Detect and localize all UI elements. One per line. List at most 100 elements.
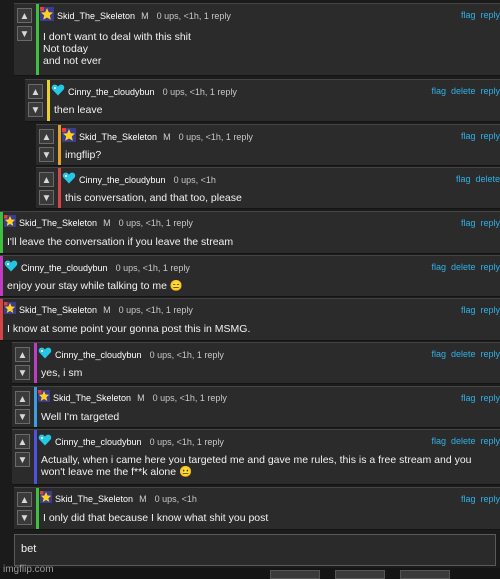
footer-button[interactable]	[400, 570, 450, 579]
footer-button[interactable]	[270, 570, 320, 579]
flag-link[interactable]: flag	[431, 349, 446, 359]
comment-text: this conversation, and that too, please	[65, 192, 242, 204]
star-avatar-icon[interactable]	[62, 128, 76, 147]
delete-link[interactable]: delete	[451, 262, 476, 272]
comment-meta: 0 ups, <1h, 1 reply	[149, 436, 224, 447]
flag-link[interactable]: flag	[461, 393, 476, 403]
downvote-arrow-icon[interactable]: ▼	[39, 190, 54, 205]
reply-link[interactable]: reply	[480, 305, 500, 315]
comment-meta: 0 ups, <1h, 1 reply	[162, 86, 237, 97]
star-avatar-icon[interactable]	[40, 491, 52, 508]
reply-link[interactable]: reply	[480, 218, 500, 228]
username-link[interactable]: Skid_The_Skeleton	[57, 11, 135, 21]
comment-header: Cinny_the_cloudybun 0 ups, <1h, 1 reply fl…	[51, 83, 500, 99]
comment-header: Cinny_the_cloudybun 0 ups, <1h, 1 reply fl…	[4, 259, 500, 275]
reply-link[interactable]: reply	[480, 349, 500, 359]
reply-link[interactable]: reply	[480, 262, 500, 272]
delete-link[interactable]: delete	[451, 436, 476, 446]
thread-depth-bar	[0, 299, 3, 340]
comment-actions: flag reply	[456, 215, 500, 231]
downvote-arrow-icon[interactable]: ▼	[28, 102, 43, 117]
flag-link[interactable]: flag	[461, 218, 476, 228]
delete-link[interactable]: delete	[451, 86, 476, 96]
comment-item: ▲ ▼ Skid_The_Skeleton M 0 ups, <1h flag reply I…	[14, 487, 500, 530]
heart-avatar-icon[interactable]	[38, 346, 52, 365]
delete-link[interactable]: delete	[451, 349, 476, 359]
comment-text: I don't want to deal with this shit Not …	[43, 31, 191, 67]
thread-depth-bar	[36, 4, 39, 75]
vote-controls: ▲ ▼	[17, 492, 32, 528]
delete-link[interactable]: delete	[475, 174, 500, 184]
reply-link[interactable]: reply	[480, 86, 500, 96]
upvote-arrow-icon[interactable]: ▲	[15, 347, 30, 362]
downvote-arrow-icon[interactable]: ▼	[15, 365, 30, 380]
flag-link[interactable]: flag	[461, 131, 476, 141]
thread-depth-bar	[34, 387, 37, 427]
reply-input[interactable]: bet	[14, 534, 496, 566]
flag-link[interactable]: flag	[461, 10, 476, 20]
upvote-arrow-icon[interactable]: ▲	[28, 84, 43, 99]
thread-depth-bar	[34, 430, 37, 484]
reply-link[interactable]: reply	[480, 494, 500, 504]
star-avatar-icon[interactable]	[40, 7, 54, 26]
username-link[interactable]: Skid_The_Skeleton	[53, 393, 131, 403]
username-link[interactable]: Cinny_the_cloudybun	[21, 263, 108, 273]
upvote-arrow-icon[interactable]: ▲	[15, 391, 30, 406]
flag-link[interactable]: flag	[431, 262, 446, 272]
thread-depth-bar	[58, 125, 61, 165]
comment-item: ▲ ▼ Skid_The_Skeleton M 0 ups, <1h, 1 reply f…	[12, 386, 500, 428]
comment-item: ▲ ▼ Cinny_the_cloudybun 0 ups, <1h, 1 reply…	[25, 79, 500, 122]
comment-text: then leave	[54, 104, 103, 116]
upvote-arrow-icon[interactable]: ▲	[39, 172, 54, 187]
flag-link[interactable]: flag	[461, 494, 476, 504]
comment-text: I'll leave the conversation if you leave…	[7, 236, 234, 248]
downvote-arrow-icon[interactable]: ▼	[15, 409, 30, 424]
username-link[interactable]: Cinny_the_cloudybun	[68, 87, 155, 97]
star-avatar-icon[interactable]	[4, 215, 16, 232]
footer-bar	[0, 568, 500, 579]
downvote-arrow-icon[interactable]: ▼	[15, 452, 30, 467]
flag-link[interactable]: flag	[461, 305, 476, 315]
comment-header: Skid_The_Skeleton M 0 ups, <1h, 1 reply fla…	[4, 302, 500, 318]
upvote-arrow-icon[interactable]: ▲	[39, 129, 54, 144]
comment-header: Skid_The_Skeleton M 0 ups, <1h, 1 reply fla…	[40, 7, 500, 23]
username-link[interactable]: Cinny_the_cloudybun	[79, 175, 166, 185]
star-avatar-icon[interactable]	[38, 390, 50, 407]
username-link[interactable]: Skid_The_Skeleton	[79, 132, 157, 142]
username-link[interactable]: Cinny_the_cloudybun	[55, 350, 142, 360]
thread-depth-bar	[0, 212, 3, 253]
reply-link[interactable]: reply	[480, 10, 500, 20]
reply-link[interactable]: reply	[480, 393, 500, 403]
upvote-arrow-icon[interactable]: ▲	[15, 434, 30, 449]
downvote-arrow-icon[interactable]: ▼	[39, 147, 54, 162]
heart-avatar-icon[interactable]	[38, 433, 52, 452]
comment-item: ▲ ▼ Skid_The_Skeleton M 0 ups, <1h, 1 reply f…	[14, 3, 500, 76]
star-avatar-icon[interactable]	[4, 302, 16, 319]
comment-item: ▲ ▼ Cinny_the_cloudybun 0 ups, <1h flag delet…	[36, 167, 500, 209]
username-link[interactable]: Cinny_the_cloudybun	[55, 437, 142, 447]
downvote-arrow-icon[interactable]: ▼	[17, 510, 32, 525]
heart-avatar-icon[interactable]	[62, 171, 76, 190]
heart-avatar-icon[interactable]	[4, 259, 18, 278]
comment-meta: 0 ups, <1h, 1 reply	[156, 10, 231, 21]
flag-link[interactable]: flag	[456, 174, 471, 184]
upvote-arrow-icon[interactable]: ▲	[17, 492, 32, 507]
upvote-arrow-icon[interactable]: ▲	[17, 8, 32, 23]
username-link[interactable]: Skid_The_Skeleton	[19, 218, 97, 228]
footer-button[interactable]	[335, 570, 385, 579]
heart-avatar-icon[interactable]	[51, 83, 65, 102]
comment-meta: 0 ups, <1h, 1 reply	[118, 305, 193, 315]
thread-depth-bar	[58, 168, 61, 208]
username-link[interactable]: Skid_The_Skeleton	[55, 494, 133, 504]
thread-depth-bar	[0, 256, 3, 296]
reply-link[interactable]: reply	[480, 131, 500, 141]
comment-item: Skid_The_Skeleton M 0 ups, <1h, 1 reply fla…	[0, 298, 500, 341]
flag-link[interactable]: flag	[431, 86, 446, 96]
thread-depth-bar	[36, 488, 39, 529]
username-link[interactable]: Skid_The_Skeleton	[19, 305, 97, 315]
comment-actions: flag delete reply	[426, 83, 500, 99]
reply-link[interactable]: reply	[480, 436, 500, 446]
downvote-arrow-icon[interactable]: ▼	[17, 26, 32, 41]
comment-header: Cinny_the_cloudybun 0 ups, <1h flag delete	[62, 171, 500, 187]
flag-link[interactable]: flag	[431, 436, 446, 446]
